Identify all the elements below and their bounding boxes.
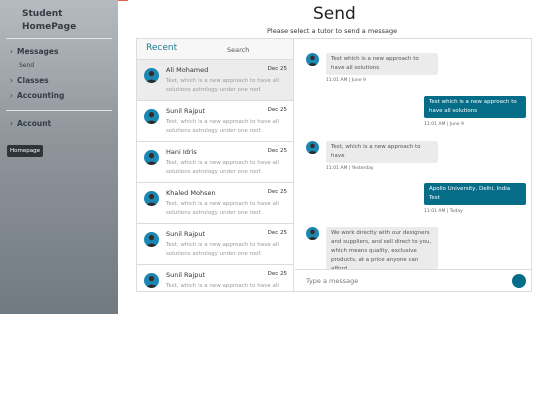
conversation-item[interactable]: Sunil Rajput Dec 25 Test, which is a new…	[137, 224, 293, 265]
conversation-item[interactable]: Hani Idris Dec 25 Test, which is a new a…	[137, 142, 293, 183]
conversation-name: Sunil Rajput	[166, 230, 205, 238]
user-avatar-icon	[308, 143, 317, 154]
user-avatar-icon	[146, 112, 157, 124]
message-timestamp: 11:01 AM | June 9	[326, 78, 366, 83]
conversation-list: Recent Ali Mohamed Dec 25 Test, which is…	[137, 39, 294, 291]
conversation-preview: Test, which is a new approach to have al…	[166, 201, 279, 216]
user-avatar-icon	[146, 153, 157, 165]
conversation-item[interactable]: Sunil Rajput Dec 25 Test, which is a new…	[137, 101, 293, 142]
recent-heading: Recent	[146, 43, 178, 53]
message-outgoing: Apollo University, Delhi, India Test 11:…	[306, 183, 526, 219]
user-avatar-icon	[146, 194, 157, 206]
avatar	[144, 191, 159, 206]
avatar	[144, 273, 159, 288]
chevron-right-icon: ›	[10, 47, 13, 56]
conversation-name: Sunil Rajput	[166, 271, 205, 279]
sidebar-item-label: Account	[17, 119, 52, 128]
conversation-item[interactable]: Sunil Rajput Dec 25 Test, which is a new…	[137, 265, 293, 291]
user-avatar-icon	[146, 276, 157, 288]
message-timestamp: 11:01 AM | June 9	[424, 122, 464, 127]
conversation-date: Dec 25	[267, 148, 287, 154]
conversation-date: Dec 25	[267, 189, 287, 195]
avatar	[306, 227, 319, 240]
user-avatar-icon	[146, 71, 157, 83]
chevron-right-icon: ›	[10, 91, 13, 100]
user-avatar-icon	[146, 235, 157, 247]
compose-bar	[295, 269, 531, 291]
user-avatar-icon	[308, 229, 317, 240]
avatar	[144, 68, 159, 83]
sidebar-item-classes[interactable]: › Classes	[10, 76, 49, 85]
search-input[interactable]	[227, 44, 287, 55]
send-button[interactable]	[512, 274, 526, 288]
sidebar-divider	[6, 38, 112, 39]
sidebar-title: Student HomePage	[22, 8, 112, 34]
chat-panel: Recent Ali Mohamed Dec 25 Test, which is…	[136, 38, 532, 292]
conversation-preview: Test, which is a new approach to have al…	[166, 242, 279, 257]
chevron-right-icon: ›	[10, 119, 13, 128]
sidebar-title-line1: Student	[22, 9, 63, 19]
message-incoming: Test, which is a new approach to have 11…	[306, 141, 526, 177]
conversation-date: Dec 25	[267, 107, 287, 113]
conversation-preview: Test, which is a new approach to have al…	[166, 160, 279, 175]
sidebar-item-label: Messages	[17, 47, 59, 56]
page-subtitle: Please select a tutor to send a message	[267, 27, 398, 35]
chevron-right-icon: ›	[10, 76, 13, 85]
sidebar-title-line2: HomePage	[22, 22, 77, 32]
sidebar-item-label: Accounting	[17, 91, 65, 100]
sidebar-item-messages[interactable]: › Messages	[10, 47, 58, 56]
conversation-name: Khaled Mohsen	[166, 189, 216, 197]
conversation-date: Dec 25	[267, 66, 287, 72]
message-timestamp: 11:01 AM | Yesterday	[326, 166, 374, 171]
avatar	[306, 141, 319, 154]
message-thread: Test which is a new approach to have all…	[295, 39, 531, 269]
conversation-name: Ali Mohamed	[166, 66, 209, 74]
sidebar-item-accounting[interactable]: › Accounting	[10, 91, 64, 100]
avatar	[144, 232, 159, 247]
conversation-name: Hani Idris	[166, 148, 197, 156]
conversation-list-header: Recent	[137, 39, 293, 60]
message-bubble: Apollo University, Delhi, India Test	[424, 183, 526, 205]
homepage-tooltip: Homepage	[7, 145, 43, 157]
message-bubble: Test which is a new approach to have all…	[326, 53, 438, 75]
conversation-item[interactable]: Khaled Mohsen Dec 25 Test, which is a ne…	[137, 183, 293, 224]
sidebar-accent-line	[118, 0, 128, 1]
conversation-date: Dec 25	[267, 271, 287, 277]
message-timestamp: 11:01 AM | Today	[424, 209, 463, 214]
message-input[interactable]	[306, 275, 496, 287]
message-bubble: We work directly with our designers and …	[326, 227, 438, 269]
avatar	[306, 53, 319, 66]
conversation-preview: Test, which is a new approach to have al…	[166, 78, 279, 93]
message-incoming: We work directly with our designers and …	[306, 227, 526, 269]
sidebar-divider	[6, 110, 112, 111]
sidebar-item-account[interactable]: › Account	[10, 119, 51, 128]
conversation-name: Sunil Rajput	[166, 107, 205, 115]
conversation-preview: Test, which is a new approach to have al…	[166, 283, 279, 289]
sidebar-subitem-send[interactable]: Send	[19, 62, 34, 69]
conversation-preview: Test, which is a new approach to have al…	[166, 119, 279, 134]
app-root: Student HomePage › Messages Send › Classes…	[0, 0, 540, 405]
message-bubble: Test which is a new approach to have all…	[424, 96, 526, 118]
avatar	[144, 150, 159, 165]
avatar	[144, 109, 159, 124]
conversation-date: Dec 25	[267, 230, 287, 236]
message-incoming: Test which is a new approach to have all…	[306, 53, 526, 89]
message-outgoing: Test which is a new approach to have all…	[306, 96, 526, 132]
user-avatar-icon	[308, 55, 317, 66]
conversation-item[interactable]: Ali Mohamed Dec 25 Test, which is a new …	[137, 60, 293, 101]
sidebar-item-label: Classes	[17, 76, 49, 85]
sidebar: Student HomePage › Messages Send › Classes…	[0, 0, 118, 314]
message-bubble: Test, which is a new approach to have	[326, 141, 438, 163]
page-title: Send	[313, 4, 356, 24]
